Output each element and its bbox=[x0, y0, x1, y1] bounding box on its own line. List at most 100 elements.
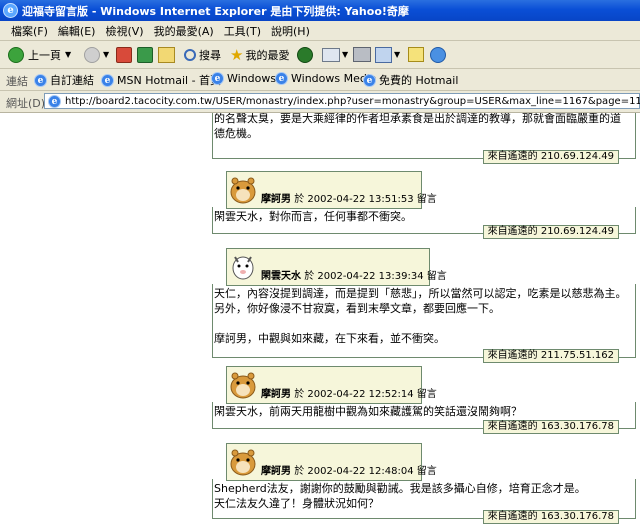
message-line: 天仁，內容沒提到調達，而是提到「慈悲」，所以當然可以認定，吃素是以慈悲為主。 bbox=[214, 287, 627, 300]
messenger-icon bbox=[430, 46, 446, 63]
message-line: 閑雲天水，對你而言，任何事都不衝突。 bbox=[214, 210, 412, 223]
menu-favorites[interactable]: 我的最愛(A) bbox=[149, 21, 219, 41]
message-ip: 來自遙遠的 163.30.176.78 bbox=[482, 420, 619, 434]
message-date: 於 2002-04-22 13:39:34 留言 bbox=[304, 271, 447, 282]
favorites-star-icon: ★ bbox=[230, 45, 244, 64]
mail-button[interactable]: ▼ bbox=[322, 44, 348, 65]
forward-dropdown-icon: ▼ bbox=[103, 50, 110, 59]
search-icon bbox=[184, 48, 196, 61]
message-ip: 來自遙遠的 211.75.51.162 bbox=[482, 349, 619, 363]
mail-icon bbox=[322, 47, 340, 62]
menu-help[interactable]: 說明(H) bbox=[266, 21, 315, 41]
menu-bar: 檔案(F) 編輯(E) 檢視(V) 我的最愛(A) 工具(T) 說明(H) bbox=[0, 21, 640, 41]
back-button[interactable]: 上一頁 ▼ bbox=[8, 44, 71, 65]
link-windows[interactable]: e Windows bbox=[211, 72, 276, 85]
message-item: 閑雲天水，對你而言，任何事都不衝突。 來自遙遠的 210.69.124.49 bbox=[212, 207, 636, 239]
message-author: 摩訶男 bbox=[261, 389, 291, 400]
edit-button[interactable]: ▼ bbox=[375, 44, 400, 65]
link-windows-label: Windows bbox=[227, 72, 277, 85]
discuss-icon bbox=[408, 47, 424, 62]
message-line: 另外，你好像浸不甘寂寞，看到末學文章，都要回應一下。 bbox=[214, 302, 500, 315]
message-header: 摩訶男 於 2002-04-22 13:51:53 留言 bbox=[226, 171, 437, 209]
message-body: 的名聲太臭，要是大乘經律的作者坦承素食是出於調達的教導，那就會面臨嚴重的道 德危… bbox=[213, 113, 635, 145]
media-icon bbox=[297, 46, 313, 63]
message-header: 摩訶男 於 2002-04-22 12:48:04 留言 bbox=[226, 443, 437, 481]
message-item: 的名聲太臭，要是大乘經律的作者坦承素食是出於調達的教導，那就會面臨嚴重的道 德危… bbox=[212, 113, 636, 164]
message-line: Shepherd法友，謝謝你的鼓勵與勸誡。我是該多攝心自修，培育正念才是。 bbox=[214, 482, 586, 495]
favorites-button[interactable]: ★ 我的最愛 bbox=[230, 44, 289, 65]
home-button[interactable] bbox=[158, 44, 175, 65]
links-bar: 連結 e 自訂連結 e MSN Hotmail - 首頁 e Windows e Win… bbox=[0, 69, 640, 91]
message-ip: 來自遙遠的 210.69.124.49 bbox=[482, 150, 619, 164]
link-free-hotmail-label: 免費的 Hotmail bbox=[379, 74, 459, 87]
toolbar: 上一頁 ▼ ▼ 搜尋 ★ 我的最愛 ▼ ▼ bbox=[0, 41, 640, 69]
search-button[interactable]: 搜尋 bbox=[184, 44, 221, 65]
menu-view[interactable]: 檢視(V) bbox=[100, 21, 148, 41]
menu-tools[interactable]: 工具(T) bbox=[219, 21, 266, 41]
message-line: 德危機。 bbox=[214, 127, 258, 140]
ie-logo-icon: e bbox=[3, 3, 18, 18]
forward-button[interactable]: ▼ bbox=[84, 44, 109, 65]
window-title: 迎福寺留言版 - Windows Internet Explorer 是由下列提… bbox=[22, 5, 409, 18]
print-button[interactable] bbox=[353, 44, 371, 65]
menu-file[interactable]: 檔案(F) bbox=[6, 21, 53, 41]
message-line: 閑雲天水，前兩天用龍樹中觀為如來藏護駕的笑話還沒鬧夠啊？ bbox=[214, 405, 522, 418]
address-url: http://board2.tacocity.com.tw/USER/monas… bbox=[65, 96, 640, 107]
favorites-button-label: 我的最愛 bbox=[245, 48, 290, 62]
message-item: 閑雲天水，前兩天用龍樹中觀為如來藏護駕的笑話還沒鬧夠啊？ 來自遙遠的 163.3… bbox=[212, 402, 636, 434]
link-ie-icon: e bbox=[101, 73, 114, 87]
page-ie-icon: e bbox=[48, 95, 61, 108]
message-date: 於 2002-04-22 13:51:53 留言 bbox=[294, 194, 437, 205]
link-ie-icon: e bbox=[275, 72, 288, 85]
address-bar: 網址(D) e http://board2.tacocity.com.tw/US… bbox=[0, 91, 640, 113]
home-icon bbox=[158, 46, 175, 63]
edit-dropdown-icon: ▼ bbox=[394, 50, 401, 59]
message-header: 閑雲天水 於 2002-04-22 13:39:34 留言 bbox=[226, 248, 447, 286]
forward-arrow-icon bbox=[84, 46, 100, 63]
hamster-avatar-icon bbox=[230, 372, 256, 399]
message-line: 摩訶男，中觀與如來藏，在下來看，並不衝突。 bbox=[214, 332, 445, 345]
message-author: 摩訶男 bbox=[261, 194, 291, 205]
stop-button[interactable] bbox=[116, 44, 132, 65]
link-msn-hotmail-label: MSN Hotmail - 首頁 bbox=[117, 74, 222, 87]
discuss-button[interactable] bbox=[408, 44, 424, 65]
message-line bbox=[214, 316, 632, 331]
link-windows-media[interactable]: e Windows Media bbox=[275, 72, 377, 85]
back-arrow-icon bbox=[8, 46, 24, 63]
message-line: 的名聲太臭，要是大乘經律的作者坦承素食是出於調達的教導，那就會面臨嚴重的道 bbox=[214, 113, 621, 125]
stop-icon bbox=[116, 46, 132, 63]
mail-dropdown-icon: ▼ bbox=[342, 50, 349, 59]
message-body: 天仁，內容沒提到調達，而是提到「慈悲」，所以當然可以認定，吃素是以慈悲為主。 另… bbox=[213, 284, 635, 350]
message-ip: 來自遙遠的 163.30.176.78 bbox=[482, 510, 619, 524]
print-icon bbox=[353, 47, 371, 62]
back-button-label: 上一頁 bbox=[28, 48, 61, 62]
address-label: 網址(D) bbox=[6, 97, 46, 110]
search-button-label: 搜尋 bbox=[199, 48, 221, 62]
menu-edit[interactable]: 編輯(E) bbox=[53, 21, 101, 41]
message-line: 天仁法友久違了！身體狀況如何？ bbox=[214, 497, 379, 510]
link-ie-icon: e bbox=[363, 73, 376, 87]
link-free-hotmail[interactable]: e 免費的 Hotmail bbox=[363, 72, 458, 88]
message-date: 於 2002-04-22 12:48:04 留言 bbox=[294, 466, 437, 477]
address-input[interactable]: e http://board2.tacocity.com.tw/USER/mon… bbox=[44, 93, 640, 109]
window-titlebar[interactable]: e 迎福寺留言版 - Windows Internet Explorer 是由下… bbox=[0, 0, 640, 21]
link-custom-label: 自訂連結 bbox=[50, 74, 94, 87]
message-ip: 來自遙遠的 210.69.124.49 bbox=[482, 225, 619, 239]
page-content: 的名聲太臭，要是大乘經律的作者坦承素食是出於調達的教導，那就會面臨嚴重的道 德危… bbox=[0, 113, 640, 526]
hamster-avatar-icon bbox=[230, 177, 256, 204]
link-ie-icon: e bbox=[34, 73, 47, 87]
messenger-button[interactable] bbox=[430, 44, 446, 65]
link-custom[interactable]: e 自訂連結 bbox=[34, 72, 94, 88]
message-item: Shepherd法友，謝謝你的鼓勵與勸誡。我是該多攝心自修，培育正念才是。 天仁… bbox=[212, 479, 636, 524]
link-ie-icon: e bbox=[211, 72, 224, 85]
message-author: 摩訶男 bbox=[261, 466, 291, 477]
message-item: 天仁，內容沒提到調達，而是提到「慈悲」，所以當然可以認定，吃素是以慈悲為主。 另… bbox=[212, 284, 636, 363]
back-dropdown-icon: ▼ bbox=[65, 50, 72, 59]
link-msn-hotmail[interactable]: e MSN Hotmail - 首頁 bbox=[101, 72, 221, 88]
refresh-icon bbox=[137, 46, 153, 63]
message-header: 摩訶男 於 2002-04-22 12:52:14 留言 bbox=[226, 366, 437, 404]
media-button[interactable] bbox=[297, 44, 313, 65]
edit-icon bbox=[375, 46, 392, 63]
message-author: 閑雲天水 bbox=[261, 271, 301, 282]
refresh-button[interactable] bbox=[137, 44, 153, 65]
